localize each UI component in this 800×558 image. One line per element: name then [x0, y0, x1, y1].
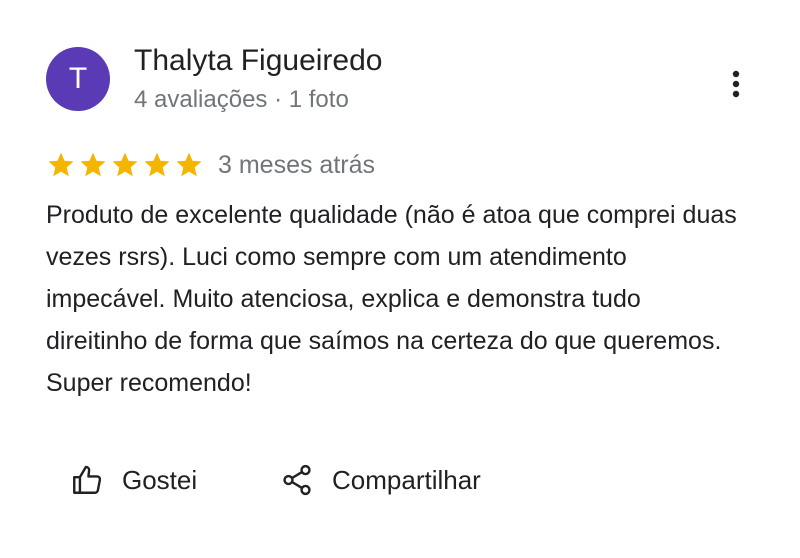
review-card: T Thalyta Figueiredo 4 avaliações · 1 fo…: [0, 0, 800, 558]
author-meta: 4 avaliações · 1 foto: [134, 86, 349, 113]
share-label: Compartilhar: [332, 464, 481, 495]
share-icon: [283, 464, 311, 496]
avatar[interactable]: T: [46, 47, 110, 111]
star-icon: [80, 152, 106, 177]
star-icon: [48, 152, 74, 177]
star-rating: [46, 150, 204, 180]
star-icon: [112, 152, 138, 177]
avatar-letter: T: [68, 62, 88, 95]
star-icon: [176, 152, 202, 177]
thumb-up-icon: [73, 465, 102, 494]
like-button[interactable]: Gostei: [70, 458, 197, 502]
share-button[interactable]: Compartilhar: [280, 458, 481, 502]
star-icon: [144, 152, 170, 177]
review-date: 3 meses atrás: [218, 151, 376, 179]
like-label: Gostei: [122, 464, 198, 495]
more-vert-icon: [732, 70, 740, 98]
review-text: Produto de excelente qualidade (não é at…: [46, 201, 737, 397]
more-options-button[interactable]: [720, 64, 752, 104]
author-name[interactable]: Thalyta Figueiredo: [134, 44, 382, 78]
